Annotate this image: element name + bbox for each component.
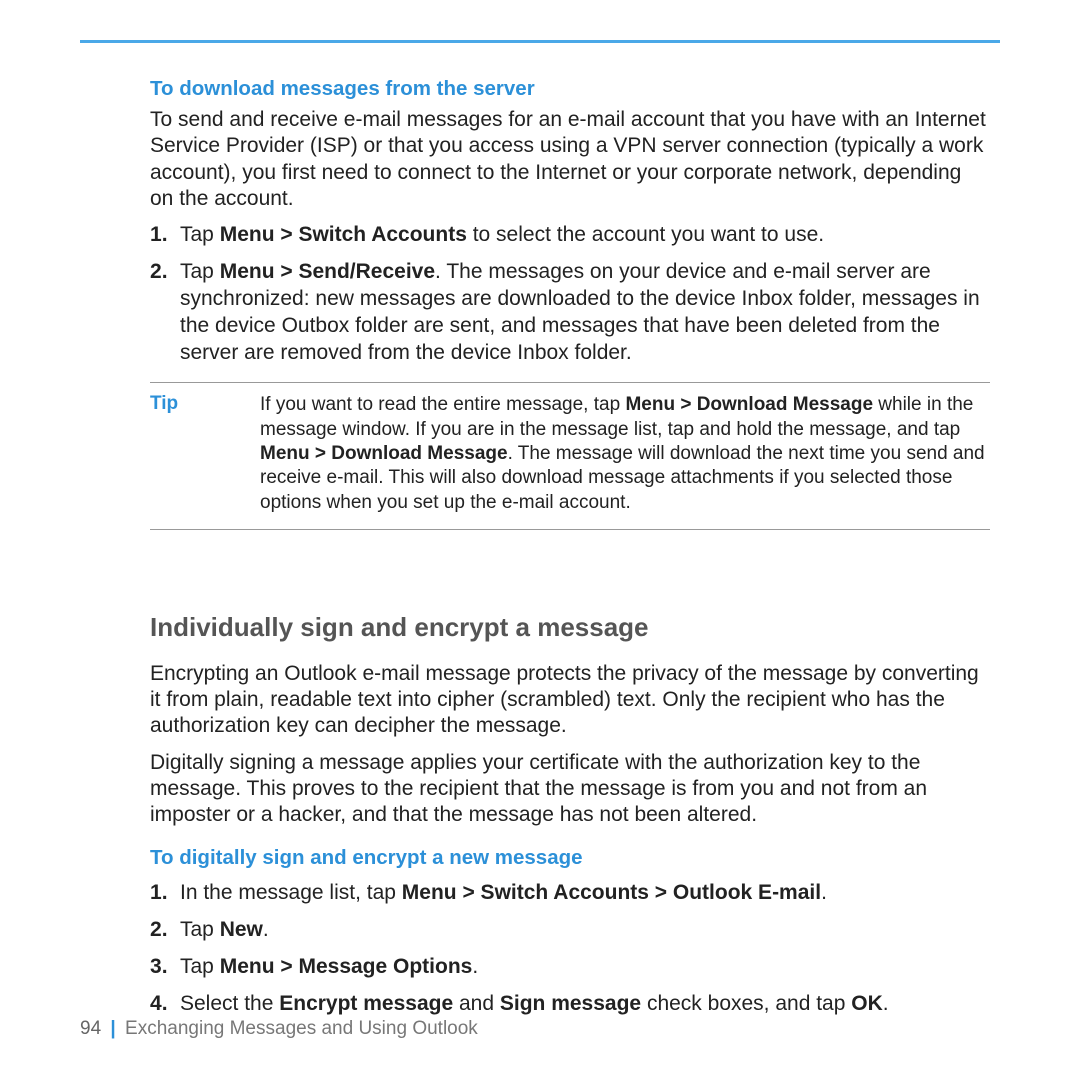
- step-item: Tap Menu > Switch Accounts to select the…: [150, 222, 990, 249]
- step-bold: Encrypt message: [279, 992, 453, 1015]
- step-text: .: [472, 955, 478, 978]
- encrypt-para-2: Digitally signing a message applies your…: [150, 750, 990, 829]
- page-footer: 94 | Exchanging Messages and Using Outlo…: [80, 1018, 478, 1040]
- step-text: Select the: [180, 992, 279, 1015]
- tip-label: Tip: [150, 393, 260, 515]
- tip-bold: Menu > Download Message: [260, 443, 508, 464]
- step-text: and: [453, 992, 500, 1015]
- step-text: Tap: [180, 918, 220, 941]
- encrypt-para-1: Encrypting an Outlook e-mail message pro…: [150, 661, 990, 740]
- tip-text: If you want to read the entire message, …: [260, 393, 990, 515]
- step-item: Select the Encrypt message and Sign mess…: [150, 991, 990, 1018]
- step-text: to select the account you want to use.: [467, 223, 824, 246]
- document-page: To download messages from the server To …: [0, 0, 1080, 1080]
- step-bold: OK: [851, 992, 883, 1015]
- sub-heading-download: To download messages from the server: [150, 77, 990, 101]
- step-text: Tap: [180, 223, 220, 246]
- sub-heading-sign-encrypt: To digitally sign and encrypt a new mess…: [150, 846, 990, 870]
- section-heading-encrypt: Individually sign and encrypt a message: [150, 612, 990, 643]
- step-item: Tap Menu > Send/Receive. The messages on…: [150, 259, 990, 367]
- step-text: Tap: [180, 955, 220, 978]
- step-text: .: [263, 918, 269, 941]
- step-bold: Sign message: [500, 992, 641, 1015]
- tip-box: Tip If you want to read the entire messa…: [150, 382, 990, 530]
- content-area: To download messages from the server To …: [80, 77, 1000, 1018]
- tip-run: If you want to read the entire message, …: [260, 394, 625, 415]
- step-bold: Menu > Send/Receive: [220, 260, 435, 283]
- step-text: .: [883, 992, 889, 1015]
- step-text: In the message list, tap: [180, 881, 402, 904]
- steps-sign-encrypt: In the message list, tap Menu > Switch A…: [150, 880, 990, 1018]
- step-text: Tap: [180, 260, 220, 283]
- steps-download: Tap Menu > Switch Accounts to select the…: [150, 222, 990, 366]
- step-bold: New: [220, 918, 263, 941]
- chapter-title: Exchanging Messages and Using Outlook: [125, 1018, 478, 1039]
- footer-divider: |: [110, 1018, 115, 1039]
- step-text: .: [821, 881, 827, 904]
- step-text: check boxes, and tap: [641, 992, 851, 1015]
- step-bold: Menu > Switch Accounts > Outlook E-mail: [402, 881, 821, 904]
- step-bold: Menu > Switch Accounts: [220, 223, 467, 246]
- top-rule: [80, 40, 1000, 43]
- step-item: Tap Menu > Message Options.: [150, 954, 990, 981]
- tip-bold: Menu > Download Message: [625, 394, 873, 415]
- page-number: 94: [80, 1018, 101, 1039]
- step-bold: Menu > Message Options: [220, 955, 473, 978]
- step-item: Tap New.: [150, 917, 990, 944]
- intro-paragraph: To send and receive e-mail messages for …: [150, 107, 990, 212]
- step-item: In the message list, tap Menu > Switch A…: [150, 880, 990, 907]
